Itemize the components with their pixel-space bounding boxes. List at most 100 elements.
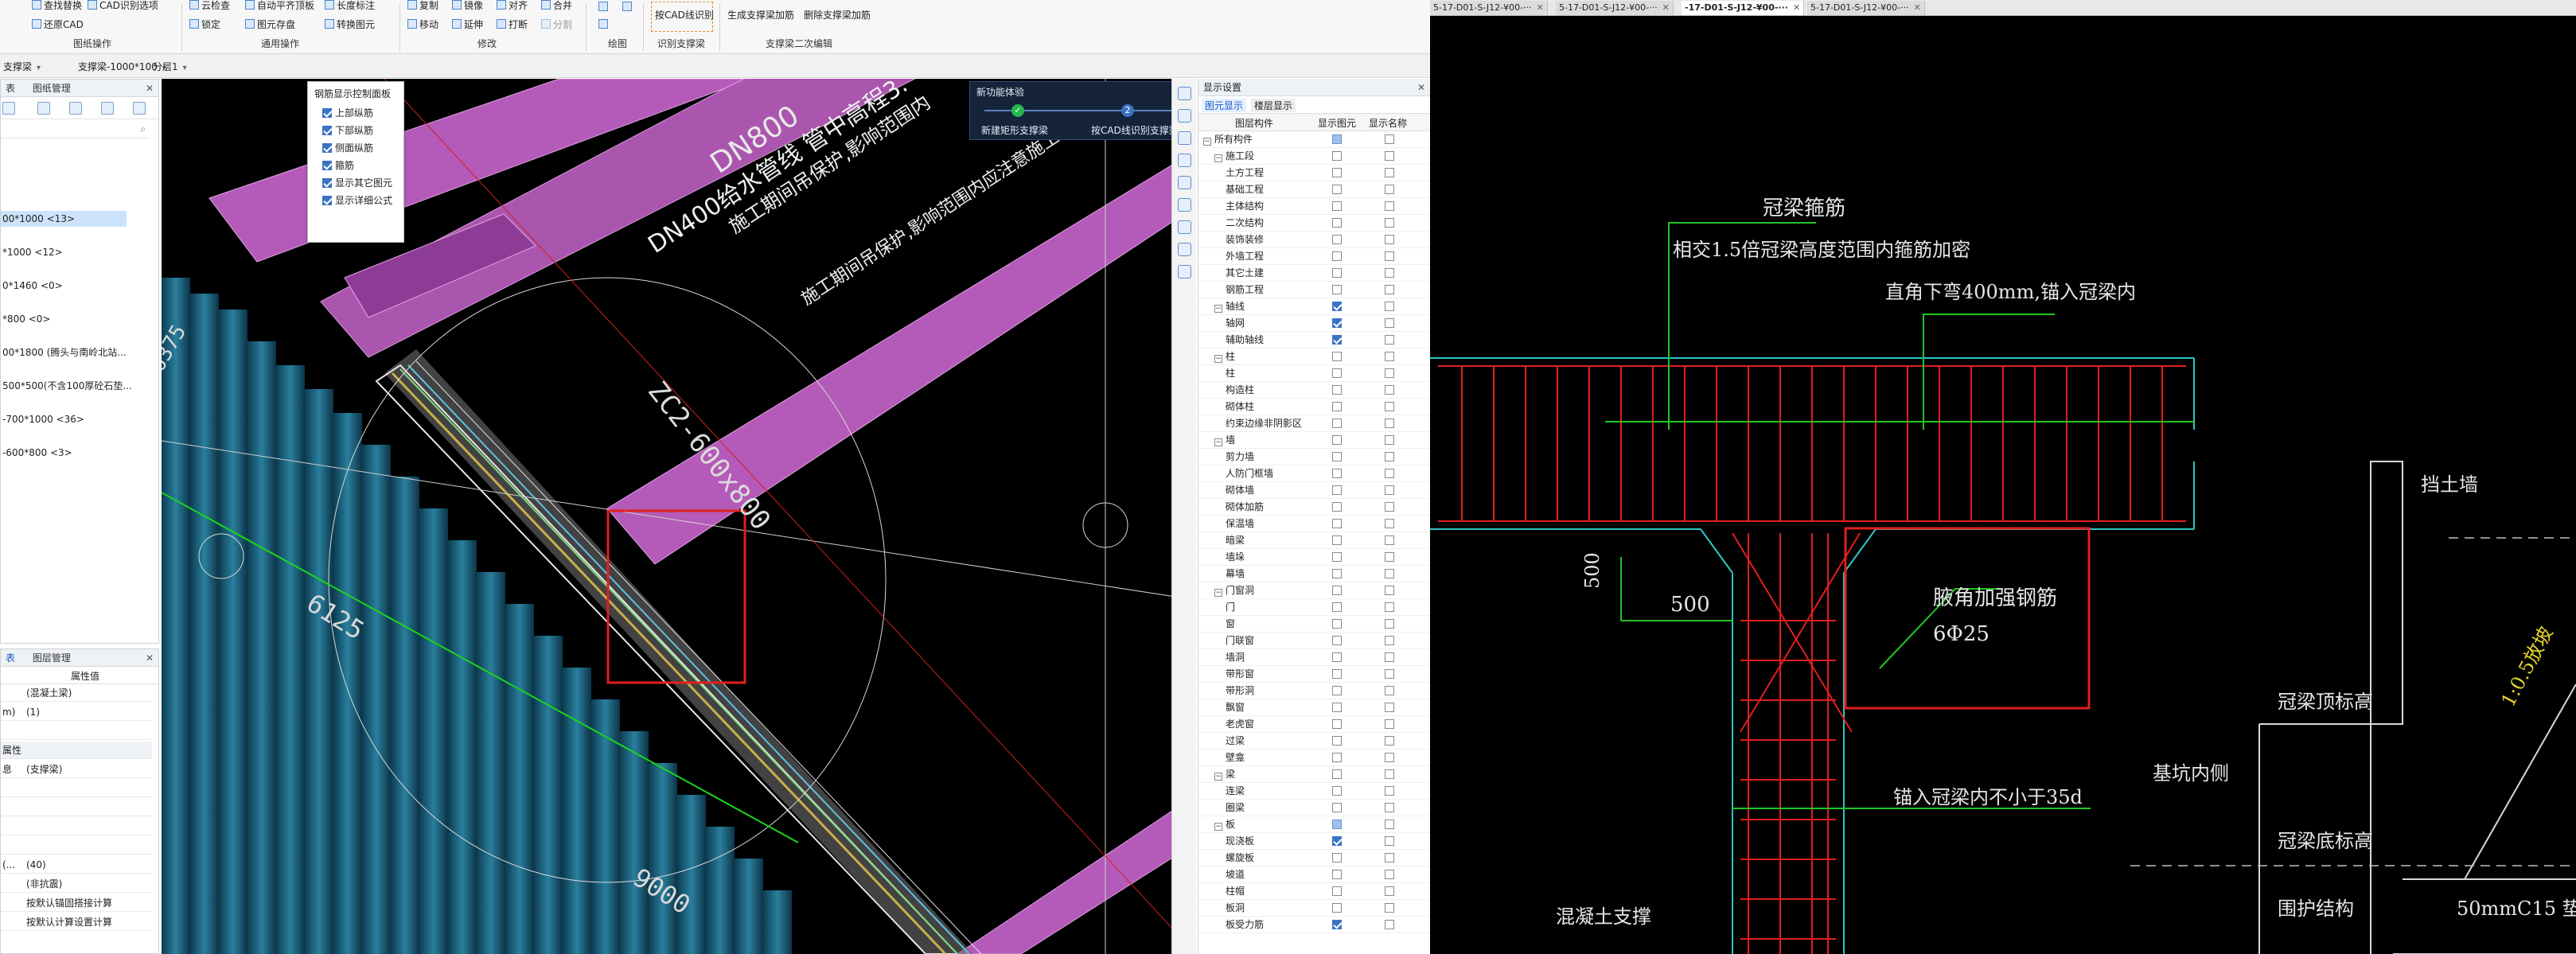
show-element-checkbox[interactable] — [1332, 352, 1342, 361]
show-name-checkbox[interactable] — [1385, 619, 1394, 629]
show-element-checkbox[interactable] — [1332, 185, 1342, 194]
show-name-checkbox[interactable] — [1385, 586, 1394, 595]
layer-combo[interactable]: 分层1 ▾ — [150, 58, 190, 74]
display-row[interactable]: 基础工程 — [1198, 181, 1430, 198]
show-name-checkbox[interactable] — [1385, 519, 1394, 528]
table-row[interactable] — [1, 799, 152, 816]
close-icon[interactable]: ✕ — [1537, 2, 1544, 13]
show-element-checkbox[interactable] — [1332, 502, 1342, 512]
show-element-checkbox[interactable] — [1332, 836, 1342, 846]
collapse-icon[interactable]: − — [1214, 305, 1222, 313]
generate-rebar-button[interactable]: 生成支撑梁加筋 — [727, 8, 794, 21]
show-element-checkbox[interactable] — [1332, 168, 1342, 177]
checkbox[interactable] — [322, 143, 332, 153]
show-name-checkbox[interactable] — [1385, 602, 1394, 612]
show-element-checkbox[interactable] — [1332, 619, 1342, 629]
show-name-checkbox[interactable] — [1385, 552, 1394, 562]
table-row[interactable] — [1, 818, 152, 835]
display-row[interactable]: 暗梁 — [1198, 532, 1430, 549]
display-row[interactable]: 砌体墙 — [1198, 482, 1430, 499]
list-item[interactable]: 500*500(不含100厚砼石垫... — [1, 378, 132, 394]
view-rotate-icon[interactable] — [1178, 87, 1191, 100]
table-row[interactable]: m) (1) — [1, 703, 152, 721]
save-elements-button[interactable]: 图元存盘 — [245, 18, 295, 31]
display-row[interactable]: − 门窗洞 — [1198, 582, 1430, 599]
list-item[interactable]: 0*1460 <0> — [1, 278, 63, 294]
show-name-checkbox[interactable] — [1385, 903, 1394, 913]
display-row[interactable]: 轴网 — [1198, 315, 1430, 332]
display-row[interactable]: 辅助轴线 — [1198, 332, 1430, 349]
checkbox[interactable] — [322, 161, 332, 170]
show-element-checkbox[interactable] — [1332, 368, 1342, 378]
show-name-checkbox[interactable] — [1385, 686, 1394, 695]
collapse-icon[interactable]: − — [1214, 589, 1222, 597]
file-tab[interactable]: 5-17-D01-S-J12-¥00-··· ✕ — [1556, 1, 1674, 15]
show-element-checkbox[interactable] — [1332, 719, 1342, 729]
search-box[interactable]: ⌕ — [1, 121, 149, 138]
show-element-checkbox[interactable] — [1332, 686, 1342, 695]
split-button[interactable]: 分割 — [541, 18, 572, 31]
draw-arc-button[interactable] — [598, 19, 610, 30]
tab-component-list[interactable]: 表 — [6, 80, 15, 97]
show-name-checkbox[interactable] — [1385, 836, 1394, 846]
show-name-checkbox[interactable] — [1385, 920, 1394, 929]
rebar-option[interactable]: 箍筋 — [322, 158, 354, 172]
layer-icon[interactable] — [101, 102, 114, 115]
show-name-checkbox[interactable] — [1385, 335, 1394, 345]
view-front-icon[interactable] — [1178, 131, 1191, 145]
show-element-checkbox[interactable] — [1332, 201, 1342, 211]
display-row[interactable]: 窗 — [1198, 616, 1430, 633]
checkbox[interactable] — [322, 108, 332, 118]
show-name-checkbox[interactable] — [1385, 435, 1394, 445]
show-name-checkbox[interactable] — [1385, 753, 1394, 762]
show-element-checkbox[interactable] — [1332, 251, 1342, 261]
display-row[interactable]: 带形洞 — [1198, 683, 1430, 699]
display-row[interactable]: − 所有构件 — [1198, 131, 1430, 148]
view-fit-icon[interactable] — [1178, 176, 1191, 189]
display-row[interactable]: 幕墙 — [1198, 566, 1430, 582]
3d-viewport[interactable]: ZC2-600x800 DN800 DN400给水管线 管中高程3. 施工期间吊… — [162, 79, 1196, 954]
display-row[interactable]: 老虎窗 — [1198, 716, 1430, 733]
show-element-checkbox[interactable] — [1332, 268, 1342, 278]
close-icon[interactable]: ✕ — [1417, 79, 1425, 96]
view-settings-icon[interactable] — [1178, 220, 1191, 234]
rebar-option[interactable]: 侧面纵筋 — [322, 141, 373, 154]
list-item[interactable]: 00*1000 <13> — [1, 211, 127, 227]
display-row[interactable]: 墙垛 — [1198, 549, 1430, 566]
show-name-checkbox[interactable] — [1385, 569, 1394, 578]
display-row[interactable]: 人防门框墙 — [1198, 465, 1430, 482]
break-button[interactable]: 打断 — [497, 18, 528, 31]
display-row[interactable]: 板洞 — [1198, 900, 1430, 917]
show-element-checkbox[interactable] — [1332, 586, 1342, 595]
display-row[interactable]: 墙洞 — [1198, 649, 1430, 666]
move-button[interactable]: 移动 — [407, 18, 438, 31]
show-name-checkbox[interactable] — [1385, 368, 1394, 378]
table-row[interactable]: 按默认计算设置计算 — [1, 913, 152, 931]
show-name-checkbox[interactable] — [1385, 402, 1394, 411]
display-row[interactable]: 板受力筋 — [1198, 917, 1430, 933]
display-row[interactable]: 门联窗 — [1198, 633, 1430, 649]
checkbox[interactable] — [322, 126, 332, 135]
table-row[interactable]: 属性 — [1, 742, 152, 759]
display-row[interactable]: 砌体加筋 — [1198, 499, 1430, 516]
checkbox[interactable] — [322, 178, 332, 188]
collapse-icon[interactable]: − — [1214, 773, 1222, 781]
lock-button[interactable]: 锁定 — [189, 18, 220, 31]
show-name-checkbox[interactable] — [1385, 185, 1394, 194]
show-name-checkbox[interactable] — [1385, 535, 1394, 545]
show-name-checkbox[interactable] — [1385, 803, 1394, 812]
show-element-checkbox[interactable] — [1332, 886, 1342, 896]
display-row[interactable]: 坡道 — [1198, 866, 1430, 883]
display-row[interactable]: 土方工程 — [1198, 165, 1430, 181]
new-icon[interactable] — [2, 102, 15, 115]
table-row[interactable]: 息 (支撑梁) — [1, 761, 152, 778]
checkbox[interactable] — [322, 196, 332, 205]
display-row[interactable]: 装饰装修 — [1198, 232, 1430, 248]
wizard-step2-label[interactable]: 按CAD线识别支撑梁 — [1091, 123, 1179, 137]
display-row[interactable]: 过梁 — [1198, 733, 1430, 750]
view-iso-icon[interactable] — [1178, 154, 1191, 167]
copy-icon[interactable] — [69, 102, 82, 115]
list-item[interactable]: -700*1000 <36> — [1, 411, 84, 427]
display-row[interactable]: − 梁 — [1198, 766, 1430, 783]
table-row[interactable] — [1, 780, 152, 797]
